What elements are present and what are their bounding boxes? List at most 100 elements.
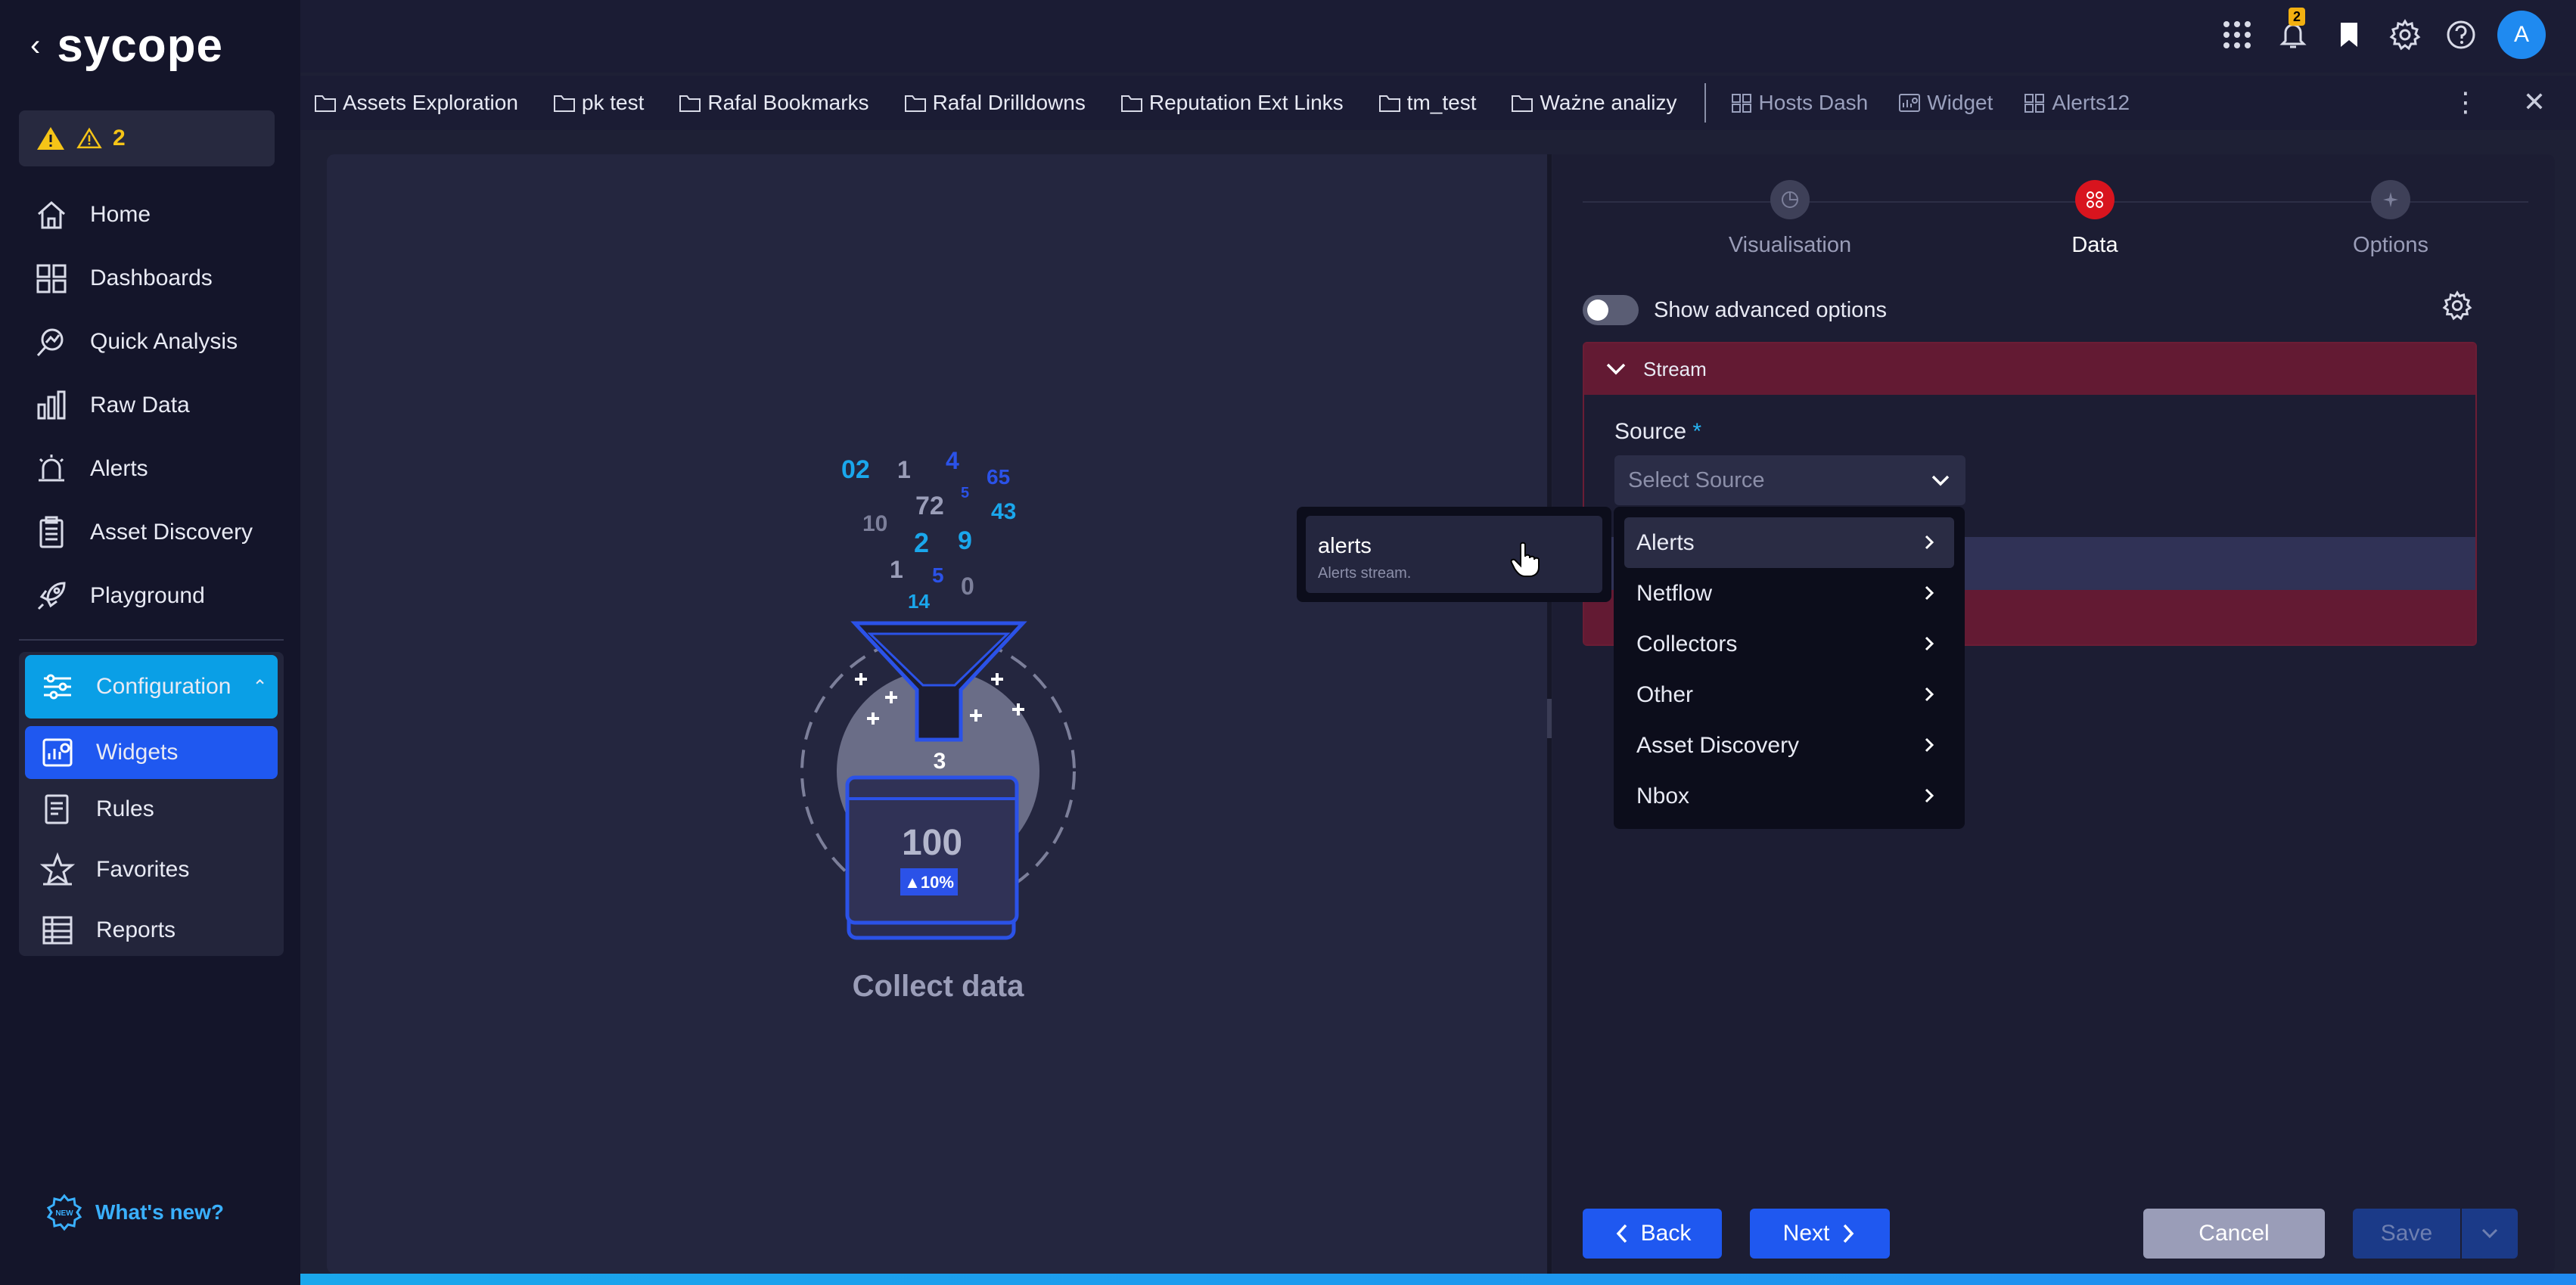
source-select[interactable]: Select Source [1614,455,1965,505]
source-option-alerts[interactable]: Alerts [1624,517,1954,568]
logo[interactable]: ‹ sycope [30,20,223,72]
bookmark-folder[interactable]: Ważne analizy [1511,91,1677,115]
sidebar-item-favorites[interactable]: Favorites [25,840,278,900]
sidebar-item-quick-analysis[interactable]: Quick Analysis [19,310,282,374]
stream-title: Stream [1643,357,1707,380]
step-visualisation[interactable]: Visualisation [1676,180,1903,258]
bookmark-widget[interactable]: Widget [1898,91,1993,115]
submenu-item-description: Alerts stream. [1318,565,1412,582]
sidebar-item-widgets[interactable]: Widgets [25,726,278,779]
top-bar: 2 A [300,0,2576,73]
sidebar-item-label: Reports [96,917,176,942]
sidebar-item-rules[interactable]: Rules [25,779,278,840]
sidebar-item-label: Configuration [96,674,231,699]
sidebar-item-label: Home [90,202,151,227]
bell-icon[interactable]: 2 [2273,8,2313,54]
sidebar-item-raw-data[interactable]: Raw Data [19,374,282,437]
chevron-right-icon [1844,1224,1854,1243]
advanced-options-toggle[interactable] [1583,295,1639,325]
source-placeholder: Select Source [1628,467,1765,492]
sidebar-divider [19,639,284,641]
sidebar-item-configuration[interactable]: Configuration ⌃ [25,655,278,719]
bookmark-label: Rafal Drilldowns [932,91,1086,114]
apps-grid-icon[interactable] [2217,15,2257,54]
main-nav: Home Dashboards Quick Analysis Raw Data … [19,183,282,628]
chevron-right-icon [1925,687,1934,702]
bookmark-dashboard[interactable]: Hosts Dash [1730,91,1869,115]
step-options[interactable]: Options [2277,180,2504,258]
bookmark-folder[interactable]: Rafal Bookmarks [679,91,869,115]
splitter-handle[interactable] [1547,699,1552,738]
illustration-number: 5 [961,485,969,501]
bookmark-folder[interactable]: pk test [553,91,644,115]
dashboards-icon [36,264,67,293]
cancel-button[interactable]: Cancel [2143,1209,2325,1259]
bookmark-label: Alerts12 [2052,91,2130,114]
step-data[interactable]: Data [1981,180,2208,258]
alerts-summary-badge[interactable]: 2 [19,110,275,166]
chevron-left-icon [1616,1224,1627,1243]
source-option-nbox[interactable]: Nbox [1624,771,1954,821]
dashboard-grid-icon [1731,94,1751,113]
sidebar-item-asset-discovery[interactable]: Asset Discovery [19,501,282,564]
folder-icon [904,95,926,112]
source-option-other[interactable]: Other [1624,669,1954,720]
widgets-icon [42,738,73,767]
folder-icon [315,95,336,112]
submenu-item-alerts[interactable]: alerts Alerts stream. [1306,516,1602,593]
step-label: Data [2071,233,2118,257]
bookmark-label: tm_test [1406,91,1477,114]
sidebar-item-dashboards[interactable]: Dashboards [19,247,282,310]
bookmark-dashboard[interactable]: Alerts12 [2023,91,2130,115]
whats-new-label: What's new? [95,1200,224,1224]
user-avatar[interactable]: A [2497,11,2546,59]
save-button[interactable]: Save [2353,1209,2460,1259]
alarm-icon [39,455,64,482]
dashboard-grid-icon [2024,94,2045,113]
illustration-number: 3 [934,749,946,774]
save-options-button[interactable] [2462,1209,2518,1259]
sidebar-item-home[interactable]: Home [19,183,282,247]
more-vertical-icon[interactable]: ⋮ [2452,86,2479,118]
illustration-number: 9 [958,526,972,555]
bookmarks-actions: ⋮ ✕ [2452,86,2546,118]
bookmark-folder[interactable]: Reputation Ext Links [1120,91,1344,115]
bookmarks-divider [1704,83,1706,123]
bookmark-label: Hosts Dash [1758,91,1869,114]
sidebar: ‹ sycope 2 Home Dashboards Quick Analysi… [0,0,300,1285]
source-option-collectors[interactable]: Collectors [1624,619,1954,669]
option-label: Netflow [1636,580,1713,606]
illustration-number: 5 [932,563,944,587]
source-option-asset-discovery[interactable]: Asset Discovery [1624,720,1954,771]
collect-data-label: Collect data [852,970,1024,1003]
illustration-number: 1 [890,556,903,583]
sidebar-item-label: Widgets [96,740,179,765]
stream-header[interactable]: Stream [1584,343,2475,395]
data-settings-gear-icon[interactable] [2442,290,2472,324]
illustration-number: 10 [862,511,887,536]
next-button[interactable]: Next [1750,1209,1890,1259]
help-icon[interactable] [2441,15,2481,54]
warning-outline-icon [76,127,102,149]
bookmark-icon[interactable] [2329,15,2369,54]
bookmark-label: Widget [1927,91,1993,114]
chevron-right-icon [1925,737,1934,753]
close-icon[interactable]: ✕ [2523,86,2546,118]
sidebar-item-label: Asset Discovery [90,520,253,545]
sidebar-item-label: Playground [90,583,205,608]
bookmark-folder[interactable]: tm_test [1378,91,1477,115]
sidebar-item-reports[interactable]: Reports [25,900,278,961]
back-button[interactable]: Back [1583,1209,1722,1259]
bookmark-folder[interactable]: Rafal Drilldowns [904,91,1086,115]
settings-gear-icon[interactable] [2385,15,2425,54]
sidebar-item-playground[interactable]: Playground [19,564,282,628]
illustration-number: 2 [914,527,929,558]
illustration-number: 14 [908,590,930,613]
source-option-netflow[interactable]: Netflow [1624,568,1954,619]
whats-new-link[interactable]: NEW What's new? [45,1193,224,1231]
back-chevron-icon[interactable]: ‹ [30,29,40,63]
sidebar-item-alerts[interactable]: Alerts [19,437,282,501]
chevron-right-icon [1925,535,1934,550]
chevron-up-icon: ⌃ [252,676,268,697]
bookmark-folder[interactable]: Assets Exploration [314,91,518,115]
